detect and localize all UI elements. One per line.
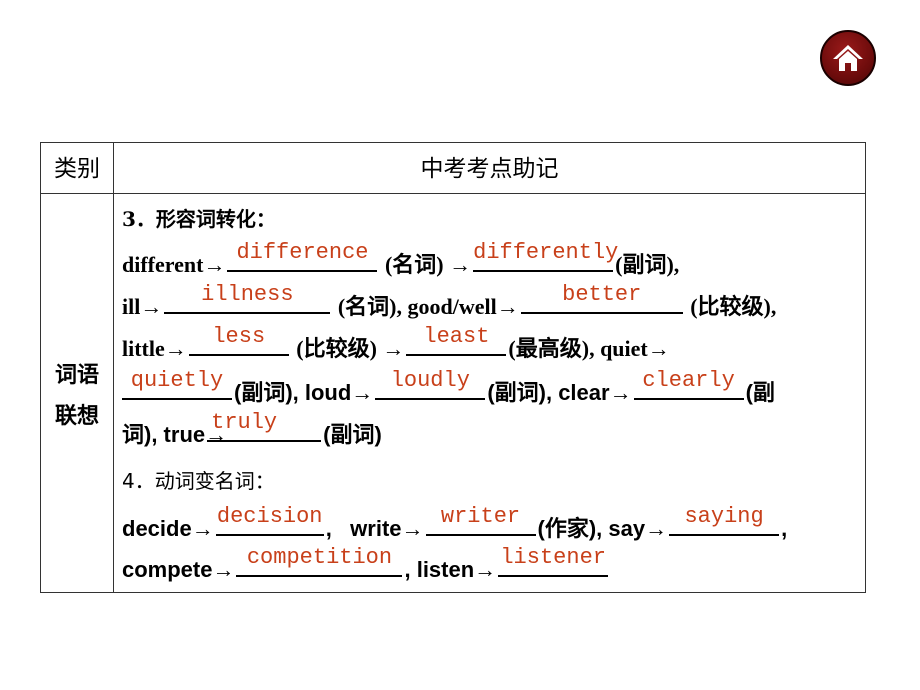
home-button[interactable]	[820, 30, 876, 86]
note: (副	[745, 380, 775, 405]
column-divider	[113, 143, 114, 592]
note: (最高级), quiet→	[508, 336, 670, 361]
word: , write→	[325, 516, 424, 541]
category-line-2: 联想	[54, 404, 99, 429]
word: different→	[122, 252, 226, 277]
note: (名词) →	[384, 252, 472, 277]
word: decide→	[122, 516, 214, 541]
answer-text: quietly	[130, 368, 224, 393]
answer-blank[interactable]: quietly	[122, 370, 232, 400]
category-label: 词语 联想	[41, 355, 113, 437]
answer-text: competition	[246, 545, 393, 570]
answer-blank[interactable]: writer	[425, 506, 536, 536]
answer-text: listener	[500, 545, 606, 570]
memory-aid-table: 类别 中考考点助记 词语 联想 3．形容词转化： different→ diffe…	[40, 142, 866, 593]
answer-text: saying	[684, 504, 764, 529]
answer-text: less	[212, 324, 266, 349]
word: , listen→	[404, 557, 497, 582]
header-category: 类别	[54, 156, 100, 182]
answer-blank[interactable]: illness	[164, 284, 331, 314]
category-line-1: 词语	[54, 363, 99, 388]
answer-blank[interactable]: differently	[473, 242, 618, 272]
answer-blank[interactable]: listener	[498, 547, 609, 577]
answer-text: truly	[211, 410, 278, 435]
answer-blank[interactable]: difference	[227, 242, 378, 272]
note: (名词), good/well→	[337, 294, 519, 319]
note: (作家), say→	[537, 516, 668, 541]
line-little: little→ less (比较级) → least (最高级), quiet→	[122, 326, 670, 363]
header-title: 中考考点助记	[420, 156, 559, 182]
note: (副词), clear→	[487, 380, 632, 405]
line-decide: decide→ decision, write→ writer (作家), say→ s…	[122, 506, 788, 543]
word: compete→	[122, 557, 235, 582]
line-true: 词), true→ truly (副词)	[122, 412, 382, 449]
answer-text: decision	[216, 504, 323, 529]
answer-blank[interactable]: competition	[236, 547, 403, 577]
word: little→	[122, 336, 187, 361]
note: (副词), loud→	[234, 380, 374, 405]
note: (比较级) →	[296, 336, 405, 361]
line-quiet: quietly (副词), loud→ loudly (副词), clear→ clea…	[122, 370, 775, 407]
section4-heading: 4．动词变名词：	[122, 469, 275, 493]
word: ill→	[122, 294, 163, 319]
answer-blank[interactable]: least	[406, 326, 507, 356]
answer-blank[interactable]: less	[188, 326, 289, 356]
answer-blank[interactable]: decision	[215, 506, 324, 536]
line-different: different→ difference (名词) → differently (副…	[122, 242, 680, 279]
answer-text: least	[423, 324, 490, 349]
answer-text: writer	[440, 504, 521, 529]
answer-text: illness	[201, 282, 294, 307]
line-ill: ill→ illness (名词), good/well→ better (比较级)…	[122, 284, 777, 321]
answer-blank[interactable]: better	[520, 284, 683, 314]
note: (比较级),	[690, 294, 777, 319]
answer-text: difference	[236, 240, 369, 265]
answer-text: better	[562, 282, 642, 307]
answer-text: clearly	[642, 368, 735, 393]
answer-text: differently	[473, 240, 619, 265]
answer-blank[interactable]: loudly	[375, 370, 486, 400]
note: (副词),	[615, 252, 680, 277]
line-compete: compete→ competition , listen→ listener	[122, 547, 610, 583]
table-header-row: 类别 中考考点助记	[41, 143, 865, 194]
home-icon	[833, 45, 863, 71]
note: (副词)	[323, 422, 382, 447]
note: ,	[781, 516, 788, 541]
answer-blank[interactable]: clearly	[633, 370, 744, 400]
answer-blank[interactable]: saying	[669, 506, 780, 536]
section3-heading: 3．形容词转化：	[122, 207, 276, 231]
answer-blank[interactable]: truly	[207, 412, 322, 442]
answer-text: loudly	[390, 368, 470, 393]
